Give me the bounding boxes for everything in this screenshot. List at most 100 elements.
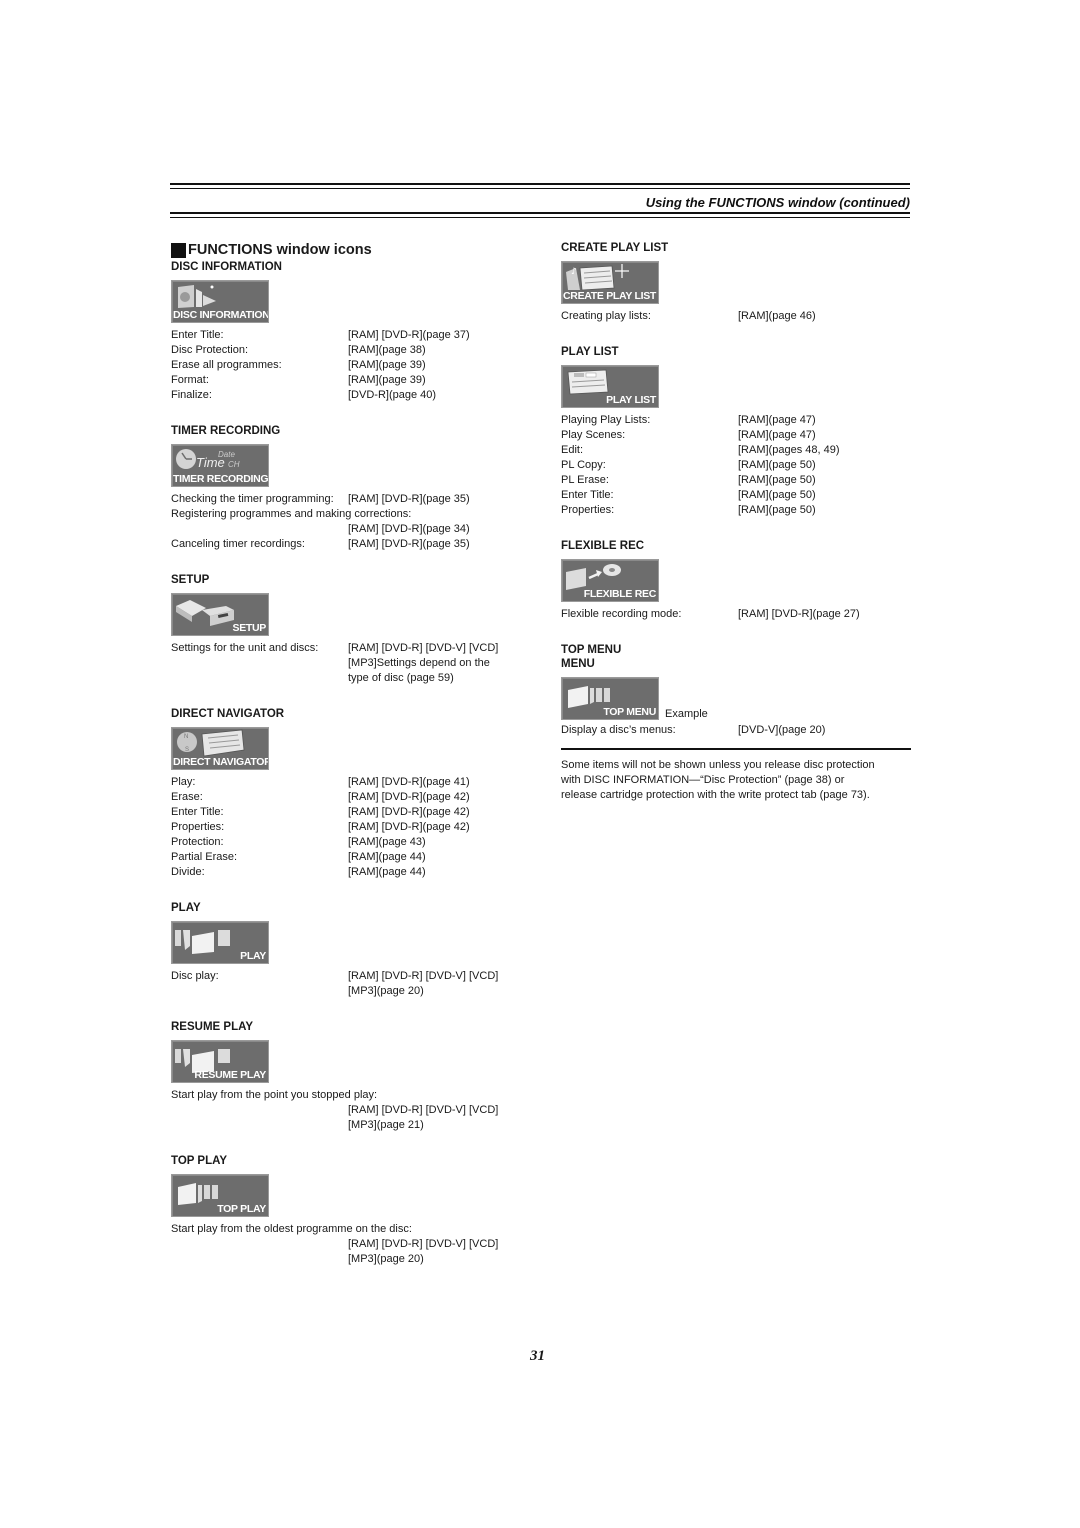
row-value: [RAM] [DVD-R](page 35) (348, 538, 470, 550)
row-label: Properties: (561, 504, 615, 516)
icon-label: SETUP (232, 622, 266, 634)
row-value: [DVD-V](page 20) (738, 724, 826, 736)
function-timer-recording: TIMER RECORDING Time Date CH TIMER RECOR… (171, 424, 531, 552)
row-label: Checking the timer programming: (171, 493, 334, 505)
row-label: Properties: (171, 821, 225, 833)
function-title: SETUP (171, 574, 210, 586)
row-label: Display a disc’s menus: (561, 724, 676, 736)
function-direct-navigator: DIRECT NAVIGATOR N S DIRECT NAVIGATOR Pl… (171, 707, 531, 880)
row-value: [MP3](page 21) (348, 1119, 424, 1131)
function-title: DISC INFORMATION (171, 261, 282, 273)
row-value: [DVD-R](page 40) (348, 389, 437, 401)
function-title: TOP MENU (561, 644, 622, 656)
row-label: Canceling timer recordings: (171, 538, 305, 550)
row-value: [MP3]Settings depend on the (348, 657, 490, 669)
row-label: Erase all programmes: (171, 359, 282, 371)
running-header: Using the FUNCTIONS window (continued) (645, 195, 910, 210)
row-label: Creating play lists: (561, 310, 651, 322)
row-value: [RAM] [DVD-R] [DVD-V] [VCD] (348, 1238, 499, 1250)
table-row: Disc Protection: [RAM](page 38) (171, 343, 531, 358)
play-list-icon: PLAY LIST (561, 365, 659, 408)
row-label: Disc Protection: (171, 344, 249, 356)
svg-text:N: N (184, 734, 188, 740)
left-column: FUNCTIONS window icons DISC INFORMATION … (171, 241, 531, 1267)
table-row: Disc play: [RAM] [DVD-R] [DVD-V] [VCD] (171, 969, 531, 984)
row-value: [RAM] [DVD-R](page 37) (348, 329, 470, 341)
row-label: Enter Title: (171, 329, 224, 341)
row-value: [RAM] [DVD-R](page 41) (348, 776, 470, 788)
function-title: TIMER RECORDING (171, 425, 281, 437)
top-play-icon: TOP PLAY (171, 1174, 269, 1217)
row-value: [MP3](page 20) (348, 985, 424, 997)
function-play-list: PLAY LIST PLAY LIST Playing Play Lists: [… (561, 345, 911, 518)
table-row: Partial Erase: [RAM](page 44) (171, 850, 531, 865)
row-value: [RAM] [DVD-R](page 42) (348, 791, 470, 803)
note-line: Some items will not be shown unless you … (561, 758, 875, 771)
row-label: Edit: (561, 444, 584, 456)
icon-label: RESUME PLAY (194, 1069, 266, 1081)
icon-label: DISC INFORMATION (173, 309, 269, 321)
table-row: Erase: [RAM] [DVD-R](page 42) (171, 790, 531, 805)
function-disc-information: DISC INFORMATION DISC INFORMATION Enter … (171, 260, 531, 403)
row-label: Enter Title: (171, 806, 224, 818)
row-label: Playing Play Lists: (561, 414, 651, 426)
row-label: Format: (171, 374, 209, 386)
row-label: Settings for the unit and discs: (171, 642, 319, 654)
row-value: [RAM] [DVD-R] [DVD-V] [VCD] (348, 970, 499, 982)
table-row: Canceling timer recordings: [RAM] [DVD-R]… (171, 537, 531, 552)
svg-text:CH: CH (228, 460, 240, 469)
function-title: TOP PLAY (171, 1155, 228, 1167)
setup-icon: SETUP (171, 593, 269, 636)
function-create-play-list: CREATE PLAY LIST ♪ CREATE PLAY LIST Crea… (561, 241, 911, 324)
row-label: Divide: (171, 866, 205, 878)
row-value: [RAM](page 44) (348, 866, 426, 878)
row-full-text: Registering programmes and making correc… (171, 508, 412, 520)
svg-text:S: S (185, 747, 189, 753)
icon-label: TOP PLAY (217, 1203, 266, 1215)
top-menu-icon: TOP MENU (561, 677, 659, 720)
table-row: Protection: [RAM](page 43) (171, 835, 531, 850)
row-value: [RAM](page 46) (738, 310, 816, 322)
row-value: [RAM](page 50) (738, 504, 816, 516)
row-label: Disc play: (171, 970, 219, 982)
row-value: [RAM](page 47) (738, 414, 816, 426)
row-full-text: Start play from the point you stopped pl… (171, 1089, 378, 1101)
note-line: with DISC INFORMATION—“Disc Protection” … (561, 773, 845, 786)
play-icon: PLAY (171, 921, 269, 964)
row-value: [RAM](page 50) (738, 489, 816, 501)
table-row: Erase all programmes: [RAM](page 39) (171, 358, 531, 373)
table-row: Enter Title: [RAM](page 50) (561, 488, 911, 503)
table-row: Enter Title: [RAM] [DVD-R](page 37) (171, 328, 531, 343)
function-play: PLAY PLAY Disc play: [RAM] [DVD-R] [DVD-V… (171, 901, 531, 999)
row-value: [RAM](page 38) (348, 344, 426, 356)
header-rule-bottom-thin (170, 217, 910, 218)
icon-label: FLEXIBLE REC (583, 588, 657, 600)
table-row: Edit: [RAM](pages 48, 49) (561, 443, 911, 458)
row-label: Finalize: (171, 389, 212, 401)
function-top-play: TOP PLAY TOP PLAY Start play from the ol… (171, 1154, 531, 1267)
row-label: Play: (171, 776, 196, 788)
flexible-rec-icon: FLEXIBLE REC (561, 559, 659, 602)
row-label: Partial Erase: (171, 851, 238, 863)
svg-text:Date: Date (218, 450, 235, 459)
table-row: PL Erase: [RAM](page 50) (561, 473, 911, 488)
row-value: [MP3](page 20) (348, 1253, 424, 1265)
function-setup: SETUP SETUP Settings for the unit and di… (171, 573, 531, 686)
row-value: [RAM](page 50) (738, 459, 816, 471)
function-resume-play: RESUME PLAY RESUME PLAY Start play from … (171, 1020, 531, 1133)
table-row: PL Copy: [RAM](page 50) (561, 458, 911, 473)
table-row: Properties: [RAM](page 50) (561, 503, 911, 518)
function-title: FLEXIBLE REC (561, 540, 645, 552)
row-full-text: Start play from the oldest programme on … (171, 1223, 412, 1235)
direct-navigator-icon: N S DIRECT NAVIGATOR (171, 727, 269, 770)
row-value: [RAM](pages 48, 49) (738, 444, 840, 456)
row-label: Enter Title: (561, 489, 614, 501)
table-row: Playing Play Lists: [RAM](page 47) (561, 413, 911, 428)
header-rule-top-thick (170, 183, 910, 185)
table-row: Enter Title: [RAM] [DVD-R](page 42) (171, 805, 531, 820)
section-heading: FUNCTIONS window icons (171, 241, 531, 259)
row-label: PL Erase: (561, 474, 609, 486)
row-value: [RAM] [DVD-R](page 42) (348, 806, 470, 818)
right-column: CREATE PLAY LIST ♪ CREATE PLAY LIST Crea… (561, 241, 911, 803)
row-value: type of disc (page 59) (348, 672, 454, 684)
